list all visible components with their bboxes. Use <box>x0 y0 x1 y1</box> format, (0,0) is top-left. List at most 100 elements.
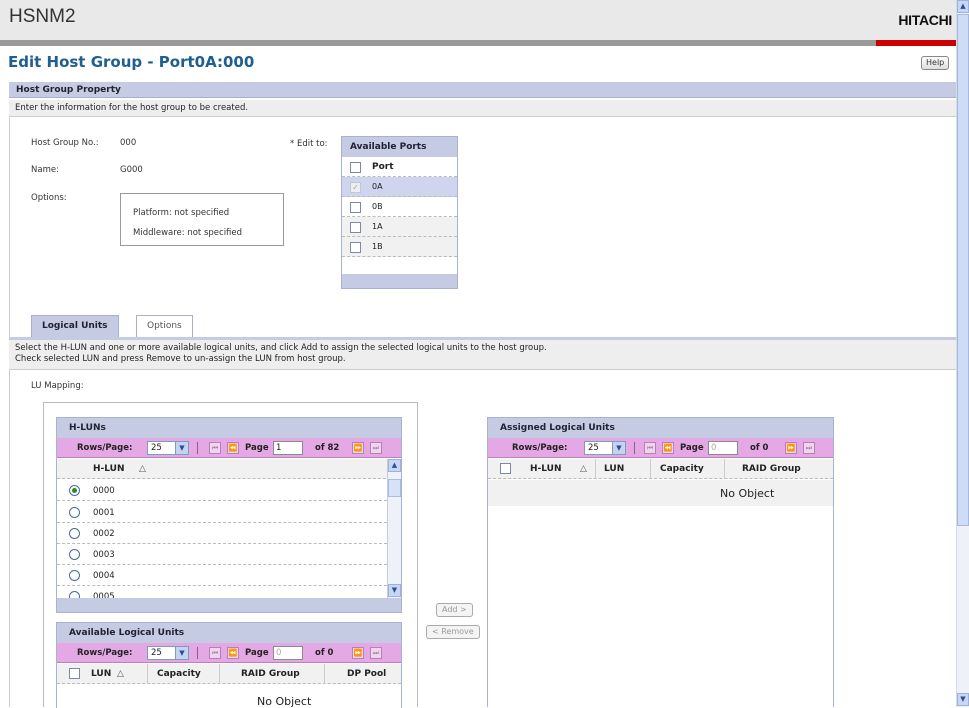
prev-page-icon[interactable]: ⏪ <box>662 442 674 454</box>
hluns-scrollbar[interactable]: ▲ ▼ <box>387 459 401 598</box>
remove-button[interactable]: < Remove <box>426 625 480 639</box>
tab-logical-units[interactable]: Logical Units <box>31 315 119 338</box>
sort-asc-icon: △ <box>580 464 587 474</box>
hlun-radio[interactable] <box>69 507 80 518</box>
scroll-up-icon[interactable]: ▲ <box>957 0 969 13</box>
available-lus-of-label: of 0 <box>315 648 334 658</box>
available-lus-panel: Available Logical Units Rows/Page: 25 ▼ ⏮… <box>56 622 402 708</box>
hlun-radio[interactable] <box>69 528 80 539</box>
select-all-lus-checkbox[interactable] <box>69 668 80 679</box>
hluns-page-label: Page <box>245 443 269 453</box>
port-0b-checkbox[interactable] <box>350 202 361 213</box>
hlun-radio[interactable] <box>69 570 80 581</box>
hluns-rows-per-page-select[interactable]: 25 ▼ <box>147 441 189 455</box>
hluns-rows-per-page-value: 25 <box>151 443 162 453</box>
section-title: Host Group Property <box>9 82 957 98</box>
lun-column-title[interactable]: LUN <box>91 669 111 679</box>
first-page-icon[interactable]: ⏮ <box>209 442 221 454</box>
last-page-icon[interactable]: ⏭ <box>370 647 382 659</box>
next-page-icon[interactable]: ⏩ <box>785 442 797 454</box>
available-lus-rows-per-page-label: Rows/Page: <box>77 648 133 658</box>
port-row-1b[interactable]: 1B <box>342 237 457 257</box>
hluns-rows-per-page-label: Rows/Page: <box>77 443 133 453</box>
hlun-row[interactable]: 0003 <box>57 544 387 565</box>
first-page-icon[interactable]: ⏮ <box>209 647 221 659</box>
add-button[interactable]: Add > <box>436 603 473 617</box>
hlun-value: 0002 <box>93 529 115 539</box>
prev-page-icon[interactable]: ⏪ <box>227 647 239 659</box>
hlun-value: 0001 <box>93 508 115 518</box>
edit-to-label: * Edit to: <box>290 139 328 149</box>
tab-options[interactable]: Options <box>136 315 193 337</box>
column-separator <box>650 459 651 479</box>
assigned-capacity-column-title[interactable]: Capacity <box>660 464 704 474</box>
section-description: Enter the information for the host group… <box>9 100 957 117</box>
capacity-column-title[interactable]: Capacity <box>157 669 201 679</box>
hluns-column-header[interactable]: H-LUN △ <box>57 459 401 479</box>
chevron-down-icon: ▼ <box>175 647 188 659</box>
hlun-radio[interactable] <box>69 591 80 598</box>
available-lus-title: Available Logical Units <box>57 623 401 643</box>
hlun-radio-selected[interactable] <box>69 485 80 496</box>
ports-footer <box>342 274 457 288</box>
chevron-down-icon: ▼ <box>612 442 625 454</box>
available-lus-rows-per-page-select[interactable]: 25 ▼ <box>147 646 189 660</box>
dp-pool-column-title[interactable]: DP Pool <box>347 669 386 679</box>
available-lus-pager: Rows/Page: 25 ▼ ⏮ ⏪ Page 0 of 0 ⏩ ⏭ <box>57 643 401 663</box>
hlun-row[interactable]: 0001 <box>57 502 387 523</box>
assigned-lus-of-label: of 0 <box>750 443 769 453</box>
last-page-icon[interactable]: ⏭ <box>803 442 815 454</box>
port-row-0b[interactable]: 0B <box>342 197 457 217</box>
port-1b-label: 1B <box>372 242 383 251</box>
hlun-value: 0004 <box>93 571 115 581</box>
tab-description: Select the H-LUN and one or more availab… <box>9 340 957 370</box>
prev-page-icon[interactable]: ⏪ <box>227 442 239 454</box>
assigned-hlun-column-title[interactable]: H-LUN <box>530 464 562 474</box>
available-lus-page-input[interactable]: 0 <box>273 646 303 660</box>
assigned-raid-group-column-title[interactable]: RAID Group <box>742 464 801 474</box>
assigned-lus-page-input[interactable]: 0 <box>708 441 738 455</box>
port-column-header: Port <box>372 162 394 172</box>
scroll-down-icon[interactable]: ▼ <box>957 693 969 706</box>
hlun-row[interactable]: 0002 <box>57 523 387 544</box>
available-ports-table: Available Ports Port ✓ 0A 0B 1A 1B <box>341 136 458 289</box>
hlun-row[interactable]: 0000 <box>57 480 387 501</box>
assigned-lus-pager: Rows/Page: 25 ▼ ⏮ ⏪ Page 0 of 0 ⏩ ⏭ <box>488 438 833 458</box>
options-label: Options: <box>31 193 67 203</box>
hlun-radio[interactable] <box>69 549 80 560</box>
hluns-title: H-LUNs <box>57 418 401 438</box>
app-title: HSNM2 <box>9 6 76 27</box>
assigned-lus-rows-per-page-value: 25 <box>588 443 599 453</box>
hluns-of-label: of 82 <box>315 443 340 453</box>
page-scroll-thumb[interactable] <box>957 14 969 526</box>
first-page-icon[interactable]: ⏮ <box>644 442 656 454</box>
page-scrollbar[interactable]: ▲ ▼ <box>956 0 969 707</box>
column-separator <box>219 664 220 684</box>
hluns-page-input[interactable]: 1 <box>273 441 303 455</box>
select-all-ports-checkbox[interactable] <box>350 162 361 173</box>
select-all-assigned-checkbox[interactable] <box>500 463 511 474</box>
middleware-value: Middleware: not specified <box>133 228 243 238</box>
last-page-icon[interactable]: ⏭ <box>370 442 382 454</box>
port-1b-checkbox[interactable] <box>350 242 361 253</box>
scroll-up-icon[interactable]: ▲ <box>388 459 401 472</box>
scroll-down-icon[interactable]: ▼ <box>388 584 401 597</box>
raid-group-column-title[interactable]: RAID Group <box>241 669 300 679</box>
port-row-0a[interactable]: ✓ 0A <box>342 177 457 197</box>
hluns-pager: Rows/Page: 25 ▼ ⏮ ⏪ Page 1 of 82 ⏩ ⏭ <box>57 438 401 458</box>
next-page-icon[interactable]: ⏩ <box>352 647 364 659</box>
assigned-lus-rows-per-page-select[interactable]: 25 ▼ <box>584 441 626 455</box>
assigned-lus-page-label: Page <box>680 443 704 453</box>
sort-asc-icon: △ <box>139 464 146 474</box>
chevron-down-icon: ▼ <box>175 442 188 454</box>
port-1a-checkbox[interactable] <box>350 222 361 233</box>
assigned-lus-rows-per-page-label: Rows/Page: <box>512 443 568 453</box>
scroll-thumb[interactable] <box>388 479 401 497</box>
next-page-icon[interactable]: ⏩ <box>352 442 364 454</box>
assigned-lun-column-title[interactable]: LUN <box>604 464 624 474</box>
hlun-row[interactable]: 0004 <box>57 565 387 586</box>
help-button[interactable]: Help <box>921 56 950 70</box>
port-row-1a[interactable]: 1A <box>342 217 457 237</box>
hlun-value: 0000 <box>93 486 115 496</box>
hlun-row[interactable]: 0005 <box>57 586 387 598</box>
